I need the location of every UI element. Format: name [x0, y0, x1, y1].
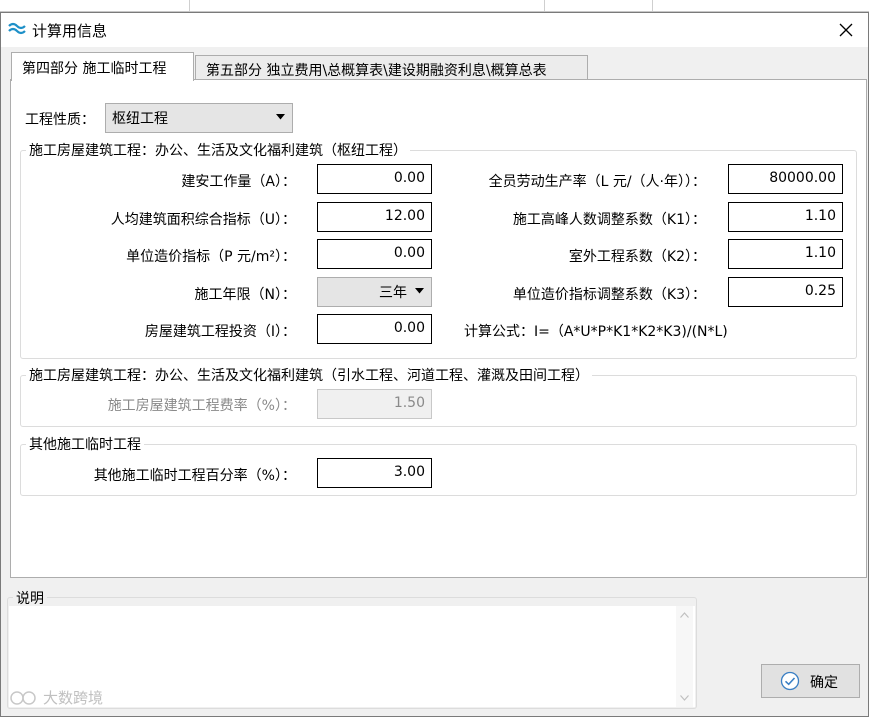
- background-window-strip: [0, 0, 869, 12]
- group-other-projects-title: 施工房屋建筑工程：办公、生活及文化福利建筑（引水工程、河道工程、灌溉及田间工程）: [26, 365, 592, 385]
- watermark-text: 大数跨境: [43, 689, 104, 707]
- project-type-select[interactable]: 枢纽工程: [105, 103, 293, 133]
- background-cell: [653, 0, 869, 11]
- app-logo-icon: [8, 22, 26, 35]
- label-U: 人均建筑面积综合指标（U）：: [110, 212, 296, 228]
- background-cell: [545, 0, 653, 11]
- field-A[interactable]: 0.00: [317, 164, 432, 194]
- group-hub-buildings-title: 施工房屋建筑工程：办公、生活及文化福利建筑（枢纽工程）: [26, 140, 410, 160]
- tab-part4[interactable]: 第四部分 施工临时工程: [11, 52, 194, 81]
- tab-part5[interactable]: 第五部分 独立费用\总概算表\建设期融资利息\概算总表: [195, 55, 588, 80]
- tab-panel-part4: 工程性质： 枢纽工程 施工房屋建筑工程：办公、生活及文化福利建筑（枢纽工程） 建…: [10, 79, 867, 578]
- title-bar: 计算用信息: [1, 13, 868, 47]
- check-circle-icon: [780, 671, 800, 691]
- close-icon: [839, 23, 853, 37]
- label-K1: 施工高峰人数调整系数（K1）：: [512, 212, 706, 228]
- watermark: 大数跨境: [9, 687, 103, 708]
- background-cell: [190, 0, 545, 11]
- ok-button[interactable]: 确定: [761, 664, 860, 698]
- field-other-temp-rate[interactable]: 3.00: [317, 458, 432, 488]
- label-K2: 室外工程系数（K2）：: [568, 249, 706, 265]
- description-scrollbar[interactable]: [676, 606, 693, 707]
- label-other-temp-rate: 其他施工临时工程百分率（%）：: [93, 468, 296, 484]
- chevron-down-icon: [276, 114, 285, 120]
- description-textarea[interactable]: [9, 606, 695, 707]
- label-K3: 单位造价指标调整系数（K3）：: [512, 287, 706, 303]
- label-I: 房屋建筑工程投资（I）：: [144, 324, 296, 340]
- project-type-label: 工程性质：: [25, 112, 95, 128]
- background-cell: [0, 0, 190, 11]
- field-L[interactable]: 80000.00: [728, 164, 843, 194]
- label-L: 全员劳动生产率（L 元/（人·年））：: [488, 174, 706, 190]
- calc-info-dialog: 计算用信息 第四部分 施工临时工程 第五部分 独立费用\总概算表\建设期融资利息…: [0, 12, 869, 717]
- years-select[interactable]: 三年: [317, 277, 432, 307]
- field-I[interactable]: 0.00: [317, 314, 432, 344]
- field-P[interactable]: 0.00: [317, 239, 432, 269]
- group-other-temp-title: 其他施工临时工程: [26, 434, 144, 454]
- description-title: 说明: [13, 588, 47, 608]
- scroll-down-icon: [680, 695, 689, 701]
- field-building-rate[interactable]: 1.50: [317, 389, 432, 419]
- close-button[interactable]: [824, 13, 868, 47]
- window-title: 计算用信息: [32, 22, 108, 40]
- watermark-logo-icon: [10, 690, 36, 705]
- label-N: 施工年限（N）：: [194, 287, 296, 303]
- field-K2[interactable]: 1.10: [728, 239, 843, 269]
- years-value: 三年: [379, 285, 407, 301]
- field-U[interactable]: 12.00: [317, 202, 432, 232]
- field-K3[interactable]: 0.25: [728, 277, 843, 307]
- field-K1[interactable]: 1.10: [728, 202, 843, 232]
- formula-text: 计算公式：I=（A*U*P*K1*K2*K3)/(N*L): [464, 324, 728, 340]
- project-type-value: 枢纽工程: [112, 111, 168, 127]
- label-P: 单位造价指标（P 元/m²）：: [126, 249, 296, 265]
- label-A: 建安工作量（A）：: [181, 174, 296, 190]
- scroll-up-icon: [680, 612, 689, 618]
- ok-button-label: 确定: [810, 675, 838, 691]
- chevron-down-icon: [415, 288, 424, 294]
- label-building-rate: 施工房屋建筑工程费率（%）：: [107, 398, 296, 414]
